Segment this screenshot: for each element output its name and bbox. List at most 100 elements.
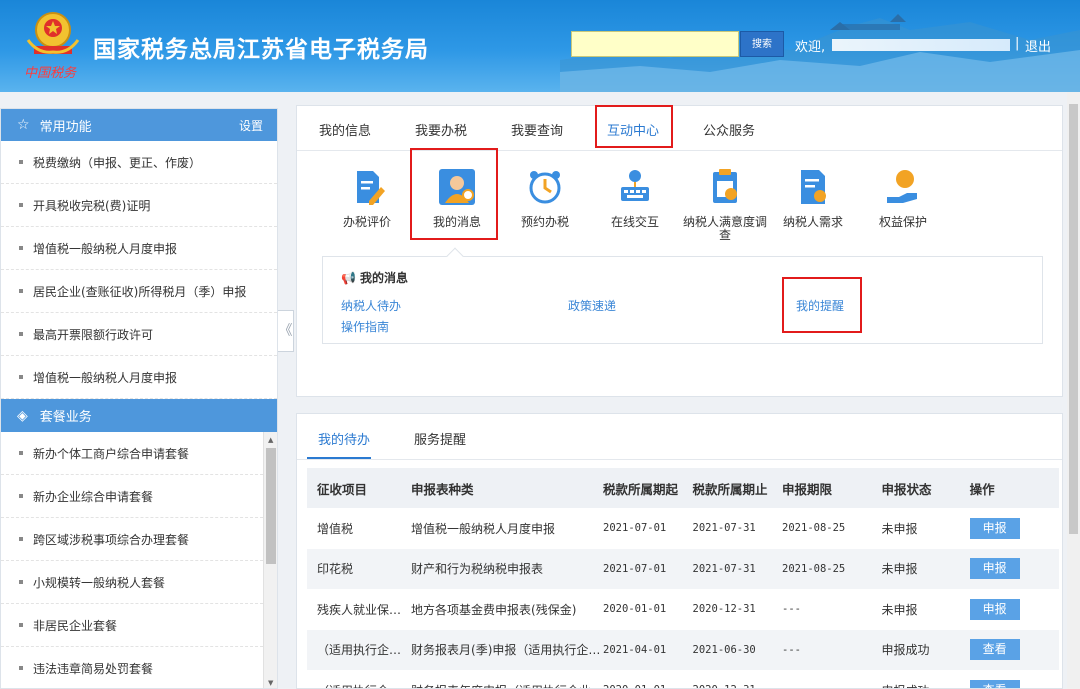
- declare-button[interactable]: 申报: [969, 598, 1020, 620]
- sidebar-item[interactable]: 增值税一般纳税人月度申报: [1, 356, 277, 399]
- sidebar-item[interactable]: 最高开票限额行政许可: [1, 313, 277, 356]
- cell-item: 印花税: [307, 548, 402, 589]
- package-item[interactable]: 违法违章简易处罚套餐: [1, 647, 263, 688]
- tab-service-reminders[interactable]: 服务提醒: [414, 429, 466, 448]
- cell-status: 申报成功: [871, 629, 960, 670]
- table-row: 增值税 增值税一般纳税人月度申报 2021-07-01 2021-07-31 2…: [307, 508, 1059, 549]
- window-scroll-thumb[interactable]: [1069, 104, 1078, 534]
- cell-period-start: 2021-07-01: [603, 522, 667, 535]
- logout-link[interactable]: 退出: [1025, 36, 1051, 55]
- tab-query[interactable]: 我要查询: [511, 120, 563, 139]
- icon-label: 在线交互: [610, 215, 659, 229]
- search-button[interactable]: 搜索: [740, 31, 784, 57]
- scroll-thumb[interactable]: [266, 448, 276, 564]
- package-business-title: 套餐业务: [39, 410, 92, 425]
- package-item-label: 违法违章简易处罚套餐: [33, 661, 154, 676]
- cell-period-start: 2020-01-01: [603, 603, 667, 616]
- link-policy-express[interactable]: 政策速递: [568, 297, 616, 314]
- settings-link[interactable]: 设置: [239, 117, 263, 134]
- icon-online-interaction[interactable]: 在线交互: [593, 167, 677, 229]
- sidebar-item-label: 居民企业(查账征收)所得税月（季）申报: [33, 284, 247, 299]
- star-icon: ☆: [17, 117, 30, 133]
- icon-appointment[interactable]: 预约办税: [503, 167, 587, 229]
- icon-label: 办税评价: [342, 215, 391, 229]
- cell-form-type: 增值税一般纳税人月度申报: [411, 521, 556, 536]
- cell-status: 申报成功: [872, 670, 960, 688]
- package-scrollbar[interactable]: ▲ ▼: [263, 432, 277, 688]
- view-button[interactable]: 查看: [969, 639, 1020, 661]
- cell-deadline: 2021-08-25: [782, 548, 872, 589]
- sidebar-item[interactable]: 税费缴纳（申报、更正、作废）: [1, 141, 277, 184]
- left-sidebar: ☆ 常用功能 设置 税费缴纳（申报、更正、作废） 开具税收完税(费)证明 增值税…: [0, 108, 278, 689]
- window-scrollbar[interactable]: [1067, 92, 1080, 689]
- scroll-down-icon[interactable]: ▼: [268, 679, 273, 687]
- sidebar-item[interactable]: 增值税一般纳税人月度申报: [1, 227, 277, 270]
- my-messages-title: 📢 我的消息: [341, 269, 408, 286]
- sidebar-item[interactable]: 居民企业(查账征收)所得税月（季）申报: [1, 270, 277, 313]
- column-header: 申报表种类: [401, 468, 604, 508]
- package-item[interactable]: 新办企业综合申请套餐: [1, 475, 263, 518]
- my-messages-highlight: [410, 148, 498, 240]
- cell-action: 查看: [959, 629, 1059, 670]
- edit-doc-icon: [357, 171, 385, 205]
- site-header: 中国税务 国家税务总局江苏省电子税务局 搜索 欢迎, | 退出: [0, 0, 1080, 92]
- cell-deadline: ---: [782, 629, 872, 670]
- package-list: 新办个体工商户综合申请套餐 新办企业综合申请套餐 跨区域涉税事项综合办理套餐 小…: [1, 432, 277, 688]
- icon-label: 纳税人需求: [782, 215, 843, 229]
- megaphone-icon: 📢: [341, 271, 356, 285]
- search-input[interactable]: [571, 31, 739, 57]
- cell-period-start: 2021-07-01: [603, 548, 693, 589]
- cell-form-type: 财产和行为税纳税申报表: [401, 548, 604, 589]
- cell-item: （适用执行企…: [307, 670, 401, 688]
- main-tabs: 我的信息 我要办税 我要查询 互动中心 公众服务: [297, 105, 1062, 151]
- link-taxpayer-todo[interactable]: 纳税人待办: [341, 297, 401, 314]
- table-row: （适用执行企… 财务报表年度申报（适用执行企业… 2020-01-01 2020…: [307, 670, 1059, 688]
- sidebar-item-label: 增值税一般纳税人月度申报: [33, 241, 178, 256]
- tab-my-todo[interactable]: 我的待办: [318, 429, 370, 448]
- cell-period-start: 2020-01-01: [603, 670, 693, 688]
- bullet-icon: [19, 537, 23, 541]
- column-header: 税款所属期止: [692, 468, 783, 508]
- column-header: 操作: [959, 468, 1059, 508]
- bullet-icon: [19, 246, 23, 250]
- cell-form-type: 财务报表月(季)申报（适用执行企…: [401, 629, 604, 670]
- sidebar-collapse-button[interactable]: 《: [278, 310, 294, 352]
- declare-button[interactable]: 申报: [969, 558, 1020, 580]
- package-item[interactable]: 小规模转一般纳税人套餐: [1, 561, 263, 604]
- icon-tax-evaluation[interactable]: 办税评价: [325, 167, 409, 229]
- table-header-row: 征收项目 申报表种类 税款所属期起 税款所属期止 申报期限 申报状态 操作: [307, 468, 1059, 508]
- common-functions-header: ☆ 常用功能 设置: [1, 109, 277, 141]
- alarm-clock-icon: [529, 171, 561, 204]
- bullet-icon: [19, 451, 23, 455]
- package-item-label: 非居民企业套餐: [33, 618, 118, 633]
- bullet-icon: [19, 375, 23, 379]
- cell-period-start: 2021-04-01: [603, 629, 693, 670]
- package-business-header: ◈ 套餐业务: [1, 399, 277, 432]
- declare-button[interactable]: 申报: [969, 517, 1020, 539]
- common-functions-title: 常用功能: [39, 119, 92, 135]
- package-item-label: 新办个体工商户综合申请套餐: [33, 446, 190, 461]
- tab-my-info[interactable]: 我的信息: [319, 120, 371, 139]
- view-button[interactable]: 查看: [969, 679, 1020, 688]
- icon-rights-protection[interactable]: 权益保护: [861, 167, 945, 229]
- bullet-icon: [19, 494, 23, 498]
- package-item[interactable]: 新办个体工商户综合申请套餐: [1, 432, 263, 475]
- tab-public-service[interactable]: 公众服务: [703, 120, 755, 139]
- cell-action: 申报: [959, 548, 1059, 589]
- icon-taxpayer-needs[interactable]: 纳税人需求: [771, 167, 855, 229]
- scroll-up-icon[interactable]: ▲: [268, 436, 273, 444]
- icon-satisfaction-survey[interactable]: 纳税人满意度调查: [683, 167, 767, 242]
- link-operation-guide[interactable]: 操作指南: [341, 318, 389, 335]
- sidebar-item[interactable]: 开具税收完税(费)证明: [1, 184, 277, 227]
- table-row: （适用执行企… 财务报表月(季)申报（适用执行企… 2021-04-01 202…: [307, 629, 1059, 670]
- tax-emblem-icon: [26, 12, 80, 54]
- package-item[interactable]: 非居民企业套餐: [1, 604, 263, 647]
- tab-tax-handling[interactable]: 我要办税: [415, 120, 467, 139]
- layers-icon: ◈: [17, 407, 28, 424]
- package-item[interactable]: 跨区域涉税事项综合办理套餐: [1, 518, 263, 561]
- cell-action: 查看: [960, 670, 1059, 688]
- cell-period-end: 2020-12-31: [693, 670, 783, 688]
- icon-label: 权益保护: [878, 215, 927, 229]
- emblem-caption: 中国税务: [24, 66, 77, 81]
- username-redacted: [832, 39, 1010, 51]
